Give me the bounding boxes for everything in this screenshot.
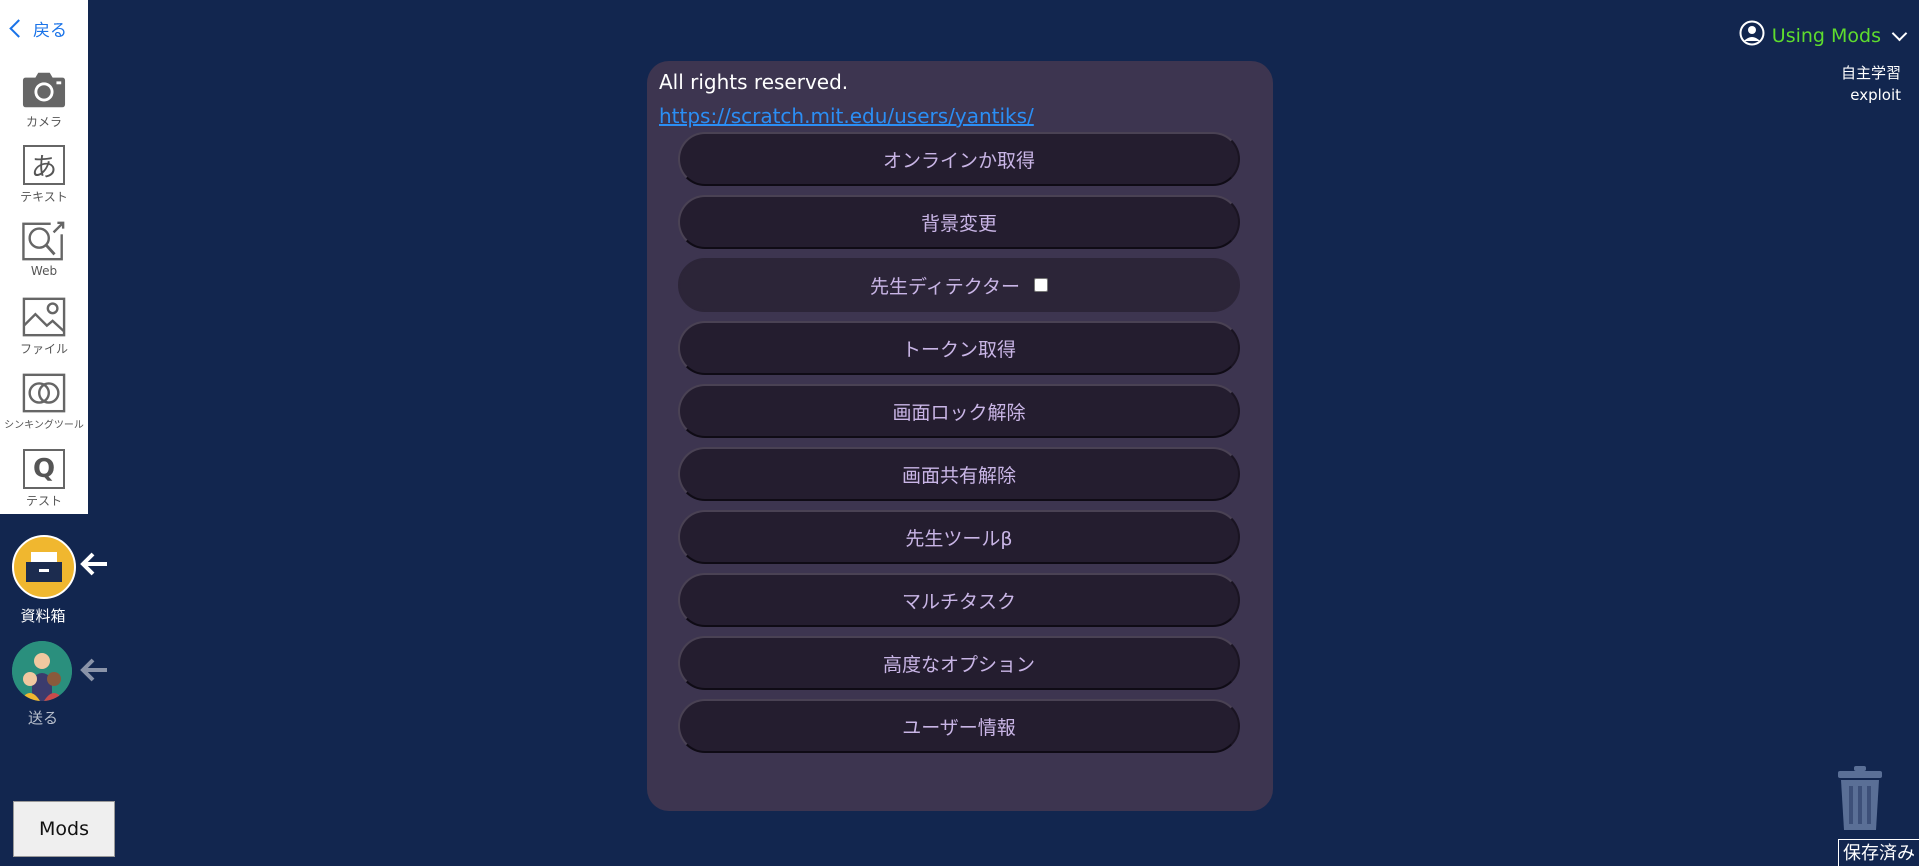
multitask-button[interactable]: マルチタスク xyxy=(678,573,1240,627)
tool-label: ファイル xyxy=(19,342,68,356)
user-icon xyxy=(1739,20,1765,51)
mods-panel: All rights reserved. https://scratch.mit… xyxy=(647,61,1273,811)
tool-label: カメラ xyxy=(25,115,62,129)
get-token-button[interactable]: トークン取得 xyxy=(678,321,1240,375)
teacher-detector-checkbox[interactable] xyxy=(1033,278,1048,292)
mods-button[interactable]: Mods xyxy=(13,801,115,857)
tool-test[interactable]: Q テスト xyxy=(0,449,88,509)
trash-icon[interactable] xyxy=(1837,766,1883,836)
image-file-icon xyxy=(22,297,66,337)
tool-file[interactable]: ファイル xyxy=(0,297,88,357)
tool-thinking[interactable]: シンキングツール xyxy=(0,373,88,431)
teacher-tools-button[interactable]: 先生ツールβ xyxy=(678,510,1240,564)
course-info: 自主学習 exploit xyxy=(1841,62,1901,106)
left-toolbar: 戻る カメラ あ テキスト Web ファイル シンキングツール Q テスト xyxy=(0,0,88,514)
change-background-button[interactable]: 背景変更 xyxy=(678,195,1240,249)
test-q-icon: Q xyxy=(22,449,66,489)
tool-label: テキスト xyxy=(20,190,68,204)
arrow-left-icon xyxy=(80,657,108,687)
tool-label: シンキングツール xyxy=(4,420,84,431)
hiragana-a-icon: あ xyxy=(22,145,66,185)
using-mods-label: Using Mods xyxy=(1771,24,1881,47)
back-label: 戻る xyxy=(33,21,67,41)
get-online-button[interactable]: オンラインか取得 xyxy=(678,132,1240,186)
file-box-icon xyxy=(12,535,76,599)
tool-text[interactable]: あ テキスト xyxy=(0,145,88,205)
tool-label: テスト xyxy=(25,494,62,508)
mods-menu: オンラインか取得 背景変更 先生ディテクター トークン取得 画面ロック解除 画面… xyxy=(678,132,1240,762)
advanced-options-button[interactable]: 高度なオプション xyxy=(678,636,1240,690)
venn-diagram-icon xyxy=(22,373,66,413)
user-info-button[interactable]: ユーザー情報 xyxy=(678,699,1240,753)
course-line-2: exploit xyxy=(1850,86,1901,104)
camera-icon xyxy=(22,70,66,110)
chevron-left-icon xyxy=(9,19,28,38)
back-button[interactable]: 戻る xyxy=(9,16,67,41)
chevron-down-icon xyxy=(1891,25,1908,41)
arrow-left-icon xyxy=(80,551,108,581)
materials-box-button[interactable]: 資料箱 xyxy=(12,535,107,626)
teacher-detector-toggle[interactable]: 先生ディテクター xyxy=(678,258,1240,312)
send-button[interactable]: 送る xyxy=(12,641,107,728)
tool-camera[interactable]: カメラ xyxy=(0,70,88,130)
tool-web[interactable]: Web xyxy=(0,220,88,278)
stop-screen-share-button[interactable]: 画面共有解除 xyxy=(678,447,1240,501)
course-line-1: 自主学習 xyxy=(1840,64,1901,82)
rights-text: All rights reserved. xyxy=(659,70,849,94)
web-search-icon xyxy=(22,220,66,261)
saved-status: 保存済み xyxy=(1838,839,1919,866)
using-mods-menu[interactable]: Using Mods xyxy=(1739,20,1908,51)
tool-label: Web xyxy=(30,264,58,278)
author-link[interactable]: https://scratch.mit.edu/users/yantiks/ xyxy=(659,104,1034,128)
send-label: 送る xyxy=(27,709,58,727)
unlock-screen-button[interactable]: 画面ロック解除 xyxy=(678,384,1240,438)
materials-box-label: 資料箱 xyxy=(20,607,66,625)
people-icon xyxy=(12,641,72,701)
